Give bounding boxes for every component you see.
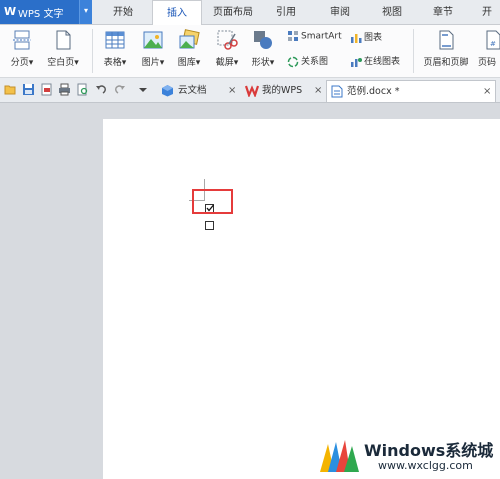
page-break-icon <box>13 30 31 50</box>
picture-button[interactable]: 图片▾ <box>136 29 170 68</box>
blank-page-label: 空白页 <box>47 58 75 68</box>
relationship-label: 关系图 <box>301 57 329 67</box>
header-footer-icon <box>439 30 454 50</box>
chart-label: 图表 <box>364 33 383 43</box>
relationship-icon <box>287 56 299 67</box>
blank-page-button[interactable]: 空白页▾ <box>44 29 82 68</box>
smartart-button[interactable]: SmartArt <box>287 30 342 42</box>
picture-icon <box>143 31 163 49</box>
page-number-label: 页码 <box>478 58 497 68</box>
table-icon <box>105 31 125 49</box>
cloud-doc-icon <box>162 85 173 97</box>
header-footer-button[interactable]: 页眉和页脚 <box>418 29 474 68</box>
tab-view[interactable]: 视图 <box>372 0 412 24</box>
tab-my-wps[interactable]: 我的WPS × <box>242 80 324 101</box>
highlight-annotation-box <box>192 189 233 214</box>
watermark-url: www.wxclgg.com <box>378 459 473 472</box>
wps-logo-icon: W <box>4 5 16 18</box>
online-chart-button[interactable]: 在线图表 <box>350 54 400 68</box>
gallery-button[interactable]: 图库▾ <box>172 29 206 68</box>
screenshot-button[interactable]: 截屏▾ <box>210 29 244 68</box>
screenshot-label: 截屏 <box>215 58 234 68</box>
online-chart-label: 在线图表 <box>364 57 401 67</box>
print-preview-icon[interactable] <box>76 83 89 96</box>
tab-my-wps-label: 我的WPS <box>262 85 303 96</box>
svg-text:#: # <box>490 40 496 48</box>
save-icon[interactable] <box>22 83 35 96</box>
page-break-label: 分页 <box>10 58 29 68</box>
tab-references[interactable]: 引用 <box>266 0 306 24</box>
ribbon-insert: 分页▾ 空白页▾ 表格▾ 图片▾ 图库▾ 截屏▾ 形状▾ SmartArt 关系… <box>0 25 500 78</box>
tab-review[interactable]: 审阅 <box>320 0 360 24</box>
tab-close-icon[interactable]: × <box>483 81 491 102</box>
chart-button[interactable]: 图表 <box>350 30 382 44</box>
table-label: 表格 <box>103 58 122 68</box>
menu-bar: W WPS 文字 ▾ 开始 插入 页面布局 引用 审阅 视图 章节 开 <box>0 0 500 26</box>
gallery-label: 图库 <box>177 58 196 68</box>
quick-access-bar: 云文档 × 我的WPS × 范例.docx * × <box>0 78 500 103</box>
print-icon[interactable] <box>58 83 71 96</box>
watermark: Windows系统城 www.wxclgg.com <box>318 434 500 479</box>
tab-page-layout[interactable]: 页面布局 <box>208 0 258 24</box>
windows-logo-icon <box>320 440 359 472</box>
chart-icon <box>351 33 362 43</box>
gallery-icon <box>179 29 200 49</box>
watermark-title: Windows系统城 <box>364 441 494 460</box>
document-page[interactable] <box>103 119 500 479</box>
header-footer-label: 页眉和页脚 <box>423 58 469 68</box>
picture-label: 图片 <box>141 58 160 68</box>
tab-cloud-docs[interactable]: 云文档 × <box>158 80 238 101</box>
ribbon-separator <box>92 29 93 73</box>
smartart-icon <box>288 31 298 41</box>
page-break-button[interactable]: 分页▾ <box>6 29 38 68</box>
wps-red-logo-icon <box>245 85 259 97</box>
app-menu-dropdown[interactable]: ▾ <box>79 0 92 24</box>
export-pdf-icon[interactable] <box>40 83 53 96</box>
smartart-label: SmartArt <box>301 31 342 42</box>
tab-close-icon[interactable]: × <box>228 80 236 101</box>
page-number-button[interactable]: # 页码 <box>478 29 500 68</box>
blank-page-icon <box>56 30 71 50</box>
undo-icon[interactable] <box>95 83 108 96</box>
tab-close-icon[interactable]: × <box>314 80 322 101</box>
shapes-button[interactable]: 形状▾ <box>246 29 280 68</box>
ribbon-separator <box>413 29 414 73</box>
tab-active-document-label: 范例.docx * <box>347 86 400 97</box>
scissors-icon <box>217 30 238 50</box>
tab-start[interactable]: 开始 <box>104 0 142 24</box>
tab-active-document[interactable]: 范例.docx * × <box>326 80 496 102</box>
page-number-icon: # <box>486 30 500 50</box>
tab-more[interactable]: 开 <box>474 0 500 24</box>
customize-toolbar-chevron-down-icon[interactable] <box>138 85 148 95</box>
document-workspace <box>0 103 500 479</box>
open-folder-icon[interactable] <box>4 83 17 96</box>
online-chart-icon <box>351 57 362 67</box>
redo-icon[interactable] <box>113 83 126 96</box>
tab-insert[interactable]: 插入 <box>152 0 202 26</box>
relationship-button[interactable]: 关系图 <box>287 54 328 68</box>
wps-app-button[interactable]: W WPS 文字 ▾ <box>0 0 92 24</box>
doc-file-icon <box>331 85 343 98</box>
shapes-icon <box>254 31 272 49</box>
shapes-label: 形状 <box>251 58 270 68</box>
table-button[interactable]: 表格▾ <box>98 29 132 68</box>
app-name: WPS 文字 <box>18 9 64 20</box>
unchecked-checkbox[interactable] <box>205 221 214 230</box>
tab-cloud-docs-label: 云文档 <box>178 85 207 96</box>
tab-chapter[interactable]: 章节 <box>423 0 463 24</box>
